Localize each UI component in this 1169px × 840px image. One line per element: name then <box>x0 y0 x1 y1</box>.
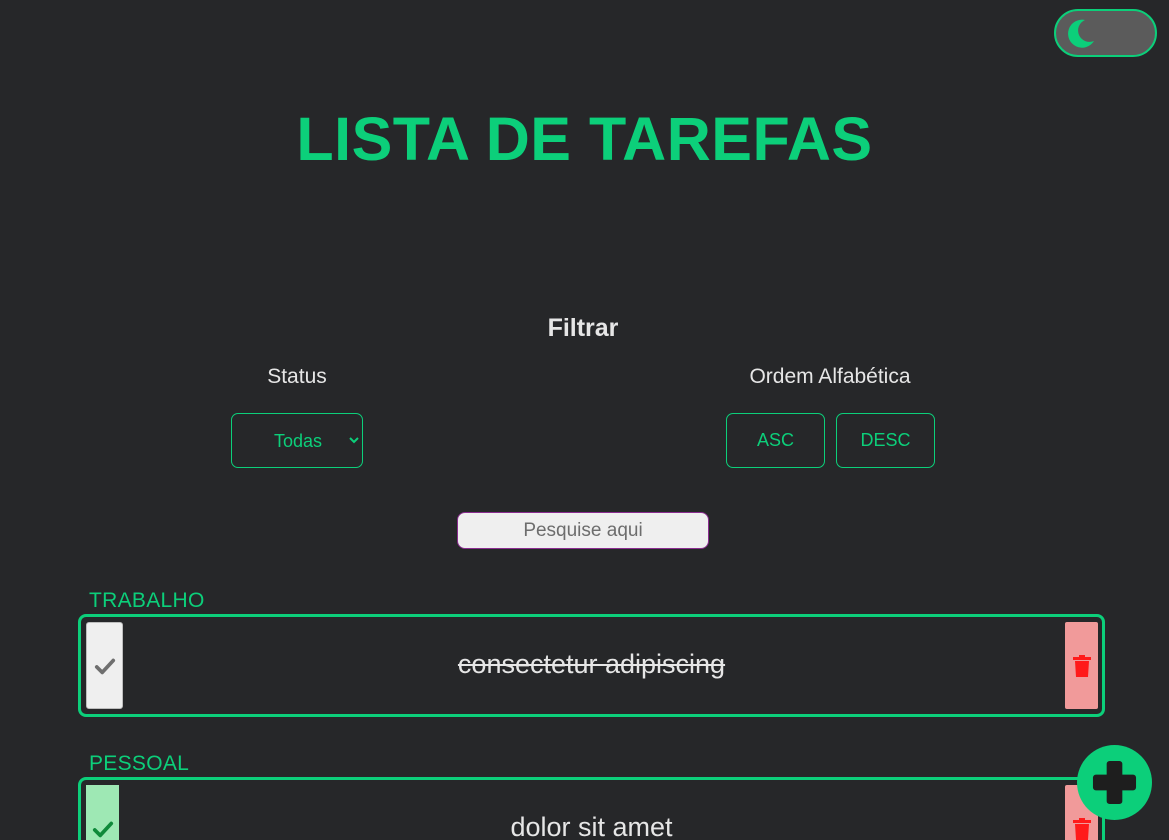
add-task-button[interactable] <box>1077 745 1152 820</box>
filter-heading: Filtrar <box>547 314 619 342</box>
task-text: consectetur adipiscing <box>457 649 726 679</box>
complete-task-button[interactable] <box>86 622 123 709</box>
moon-icon <box>1068 19 1094 48</box>
status-filter-label: Status <box>267 365 327 388</box>
check-icon <box>94 658 115 674</box>
sort-asc-button[interactable]: ASC <box>726 413 825 468</box>
task-item: dolor sit amet <box>78 777 1105 840</box>
check-icon <box>92 821 113 837</box>
sort-desc-button[interactable]: DESC <box>836 413 935 468</box>
delete-task-button[interactable] <box>1065 622 1098 709</box>
trash-icon <box>1072 654 1091 677</box>
theme-toggle[interactable] <box>1054 9 1157 57</box>
plus-icon <box>1092 760 1137 805</box>
task-text: dolor sit amet <box>510 812 673 840</box>
task-category-label: TRABALHO <box>89 589 205 612</box>
page-title: LISTA DE TAREFAS <box>296 105 873 173</box>
task-item: consectetur adipiscing <box>78 614 1105 717</box>
trash-icon <box>1072 817 1091 840</box>
status-select[interactable]: Todas <box>231 413 363 468</box>
order-filter-label: Ordem Alfabética <box>749 365 911 388</box>
complete-task-button[interactable] <box>86 785 119 840</box>
search-input[interactable] <box>457 512 709 549</box>
page: LISTA DE TAREFAS Filtrar Status Ordem Al… <box>0 0 1169 840</box>
task-category-label: PESSOAL <box>89 752 190 775</box>
